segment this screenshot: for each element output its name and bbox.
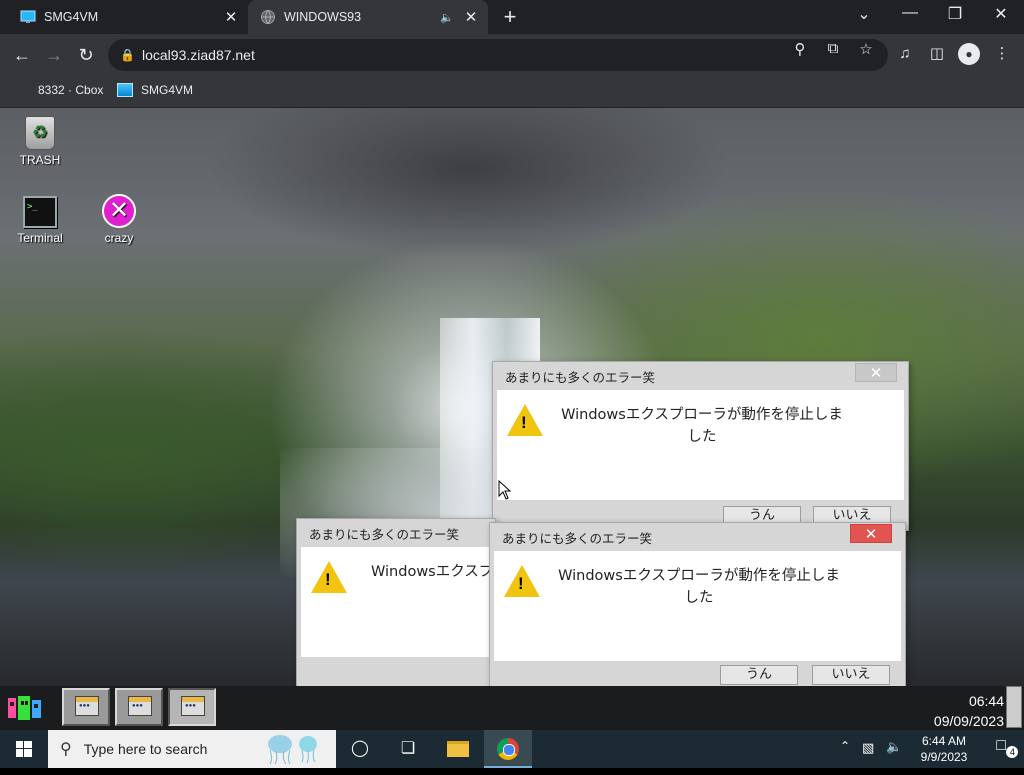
minimize-button[interactable]: — xyxy=(898,4,922,22)
dialog-message: Windowsエクスプローラが動作を停止しました xyxy=(558,568,840,606)
bookmark-star-icon[interactable]: ☆ xyxy=(856,40,876,58)
tab-smg4vm[interactable]: SMG4VM ✕ xyxy=(8,0,248,34)
mouse-cursor-icon xyxy=(498,480,512,500)
restore-button[interactable]: ❐ xyxy=(943,4,967,24)
taskbar-date: 9/9/2023 xyxy=(920,750,968,764)
taskbar-search-box[interactable]: ⚲ Type here to search xyxy=(48,730,336,768)
windows-taskbar: ⚲ Type here to search ◯ ❏ ⌃ ▧ 🔈 6:44 AM … xyxy=(0,730,1024,768)
bookmark-cbox[interactable]: 8332 · Cbox xyxy=(38,83,103,97)
w93-time: 06:44 xyxy=(968,693,1004,709)
tab-windows93[interactable]: WINDOWS93 🔈 ✕ xyxy=(248,0,488,34)
dialog-title: あまりにも多くのエラー笑 xyxy=(309,527,460,542)
tab-title: WINDOWS93 xyxy=(284,10,362,24)
close-window-button[interactable]: ✕ xyxy=(989,4,1013,24)
w93-taskbar: 06:44 09/09/2023 xyxy=(0,686,1024,730)
w93-task-error-dialog[interactable] xyxy=(115,688,163,726)
terminal-icon: >_ xyxy=(23,196,57,228)
desktop-icon-crazy[interactable]: ✕ crazy xyxy=(79,194,159,245)
window-icon xyxy=(128,696,152,716)
search-placeholder: Type here to search xyxy=(83,741,208,757)
network-icon[interactable]: ▧ xyxy=(862,740,874,756)
w93-date: 09/09/2023 xyxy=(933,713,1004,729)
chevron-up-icon[interactable]: ⌃ xyxy=(840,739,850,753)
windows-start-icon[interactable] xyxy=(0,730,48,768)
bookmark-label: 8332 · Cbox xyxy=(38,83,104,97)
desktop-icon-terminal[interactable]: >_ Terminal xyxy=(0,196,80,245)
windows93-desktop: TRASH >_ Terminal ✕ crazy あまりにも多くのエラー笑 ✕… xyxy=(0,108,1024,686)
bookmarks-bar: 8332 · Cbox SMG4VM xyxy=(0,76,1024,108)
task-view-icon[interactable]: ❏ xyxy=(384,730,432,768)
search-icon: ⚲ xyxy=(60,741,72,758)
browser-tab-strip: SMG4VM ✕ WINDOWS93 🔈 ✕ + ⌄ — ❐ ✕ xyxy=(0,0,1024,34)
tab-close-icon[interactable]: ✕ xyxy=(462,8,480,26)
dialog-body: ! Windowsエクスプローラが動作を停止しました xyxy=(494,551,901,661)
warning-icon: ! xyxy=(311,561,347,593)
dialog-title: あまりにも多くのエラー笑 xyxy=(505,370,656,385)
desktop-icon-trash[interactable]: TRASH xyxy=(0,116,80,167)
tab-title: SMG4VM xyxy=(44,10,99,24)
pink-x-icon: ✕ xyxy=(102,194,136,228)
scrollbar[interactable] xyxy=(1006,686,1022,728)
chrome-taskbar-icon[interactable] xyxy=(484,730,532,768)
volume-muted-icon[interactable]: 🔈 xyxy=(886,739,902,755)
desktop-icon-label: Terminal xyxy=(17,231,63,245)
dialog-title: あまりにも多くのエラー笑 xyxy=(502,531,653,546)
error-dialog[interactable]: あまりにも多くのエラー笑 ✕ ! Windowsエクスプローラが動作を停止しまし… xyxy=(489,522,906,686)
bookmark-label: SMG4VM xyxy=(141,83,194,97)
window-icon xyxy=(75,696,99,716)
side-panel-icon[interactable]: ◫ xyxy=(926,43,948,65)
monitor-icon xyxy=(20,10,36,23)
forward-arrow-icon[interactable]: → xyxy=(42,43,66,67)
file-explorer-icon[interactable] xyxy=(434,730,482,768)
dialog-close-button[interactable]: ✕ xyxy=(855,363,897,382)
recycle-bin-icon xyxy=(25,116,55,150)
browser-toolbar: ← → ↻ 🔒 local93.ziad87.net ⚲ ⧉ ☆ ♫ ◫ ● ⋮ xyxy=(0,34,1024,76)
dialog-body: ! Windowsエクスプローラが動作を停止しました xyxy=(497,390,904,500)
desktop-icon-label: crazy xyxy=(104,231,134,245)
dialog-close-button[interactable]: ✕ xyxy=(850,524,892,543)
reload-icon[interactable]: ↻ xyxy=(74,43,98,67)
notification-count: 4 xyxy=(1006,746,1019,758)
media-queue-icon[interactable]: ♫ xyxy=(894,43,916,65)
new-tab-button[interactable]: + xyxy=(498,4,522,30)
w93-start-icon[interactable] xyxy=(6,692,44,724)
error-dialog[interactable]: あまりにも多くのエラー笑 ! Windowsエクスプ xyxy=(296,518,496,686)
warning-icon: ! xyxy=(504,565,540,597)
globe-icon xyxy=(261,10,275,24)
dialog-body: ! Windowsエクスプ xyxy=(301,547,495,657)
action-center-icon[interactable]: □ 4 xyxy=(996,737,1019,758)
taskbar-clock[interactable]: 6:44 AM 9/9/2023 xyxy=(914,733,974,765)
desktop-icon-label: TRASH xyxy=(19,153,61,167)
dialog-no-button[interactable]: いいえ xyxy=(812,665,890,685)
w93-task-error-dialog[interactable] xyxy=(62,688,110,726)
dialog-yes-button[interactable]: うん xyxy=(720,665,798,685)
speaker-icon[interactable]: 🔈 xyxy=(440,11,454,24)
dialog-message: Windowsエクスプ xyxy=(371,564,494,580)
address-bar[interactable]: 🔒 local93.ziad87.net xyxy=(108,39,888,71)
cortana-circle-icon[interactable]: ◯ xyxy=(336,730,384,768)
taskbar-time: 6:44 AM xyxy=(921,734,967,748)
tab-search-chevron-icon[interactable]: ⌄ xyxy=(852,4,876,24)
warning-icon: ! xyxy=(507,404,543,436)
lock-icon: 🔒 xyxy=(120,48,135,62)
tab-close-icon[interactable]: ✕ xyxy=(222,8,240,26)
error-dialog[interactable]: あまりにも多くのエラー笑 ✕ ! Windowsエクスプローラが動作を停止しまし… xyxy=(492,361,909,531)
monitor-icon xyxy=(117,83,133,97)
url-text: local93.ziad87.net xyxy=(142,47,255,63)
zoom-icon[interactable]: ⚲ xyxy=(790,40,810,58)
window-icon xyxy=(181,696,205,716)
w93-clock[interactable]: 06:44 09/09/2023 xyxy=(934,691,1004,731)
dialog-message: Windowsエクスプローラが動作を停止しました xyxy=(561,407,843,445)
back-arrow-icon[interactable]: ← xyxy=(10,43,34,67)
menu-kebab-icon[interactable]: ⋮ xyxy=(991,43,1013,65)
profile-avatar-icon[interactable]: ● xyxy=(958,43,980,65)
share-icon[interactable]: ⧉ xyxy=(823,40,843,57)
bookmark-smg4vm[interactable]: SMG4VM xyxy=(117,83,193,97)
jellyfish-search-highlight-icon xyxy=(268,735,317,765)
w93-task-error-dialog[interactable] xyxy=(168,688,216,726)
